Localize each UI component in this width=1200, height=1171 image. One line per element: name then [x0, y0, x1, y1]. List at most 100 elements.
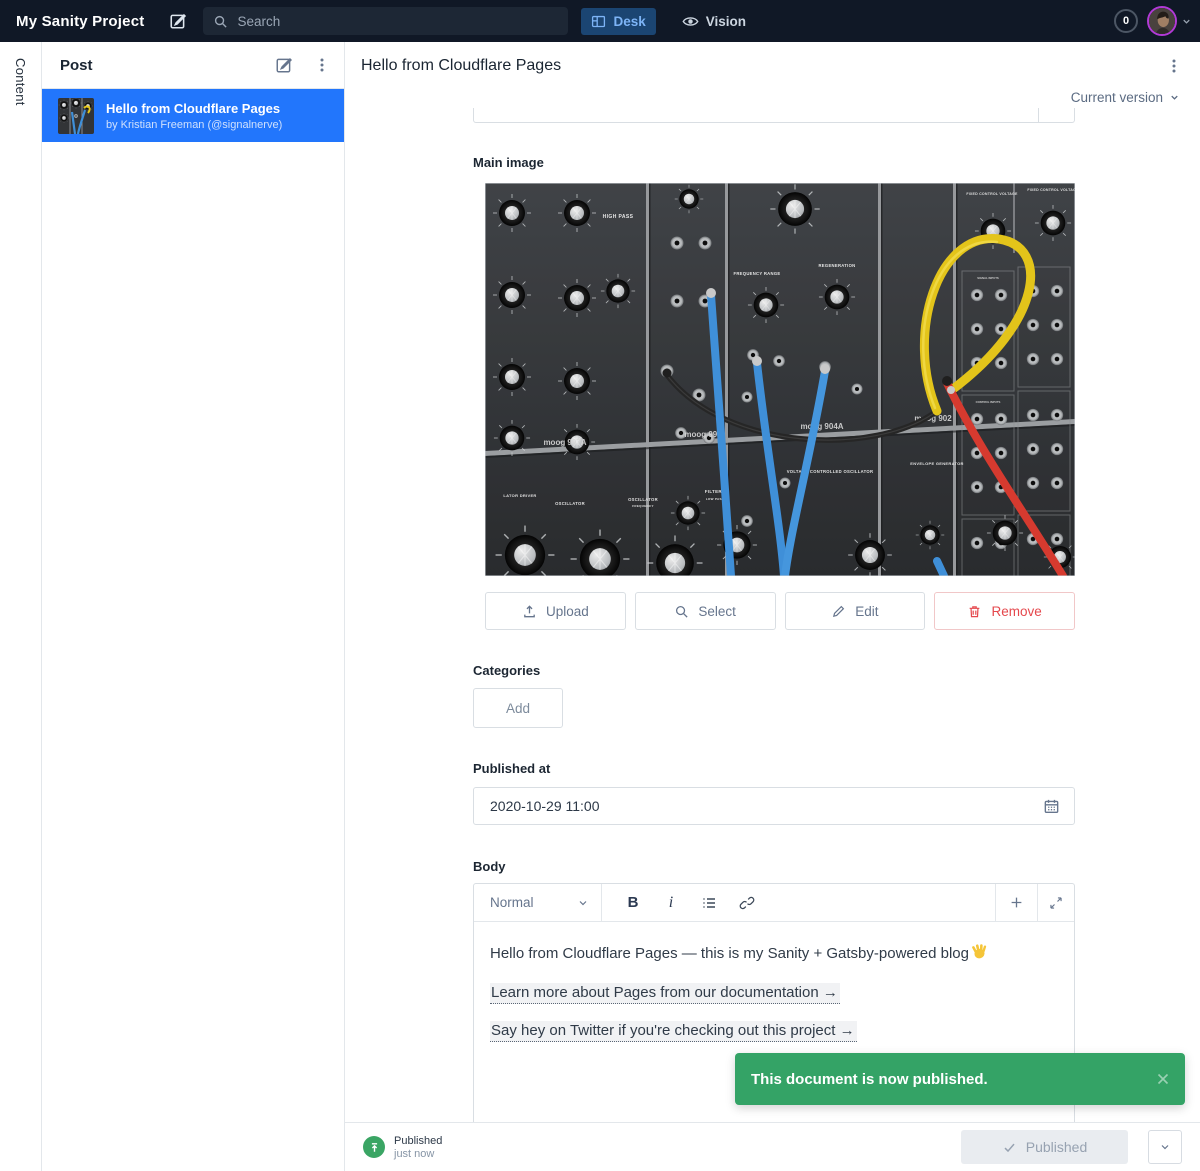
chevron-down-icon — [1169, 92, 1180, 103]
avatar-chevron-down-icon[interactable] — [1181, 16, 1192, 27]
upload-icon — [522, 604, 537, 619]
publish-status-icon — [363, 1136, 385, 1158]
version-label: Current version — [1071, 90, 1163, 105]
chevron-down-icon — [577, 897, 589, 909]
calendar-icon[interactable] — [1043, 798, 1060, 815]
insert-block-button[interactable] — [995, 884, 1037, 921]
check-icon — [1002, 1140, 1017, 1155]
trash-icon — [967, 604, 982, 619]
remove-label: Remove — [991, 604, 1041, 619]
waving-hand-emoji — [971, 943, 988, 966]
kebab-menu-icon[interactable] — [310, 53, 334, 77]
link-icon[interactable] — [734, 890, 760, 916]
pencil-icon — [831, 604, 846, 619]
bold-button[interactable]: B — [620, 890, 646, 916]
panel-label: moog 904A — [800, 422, 843, 431]
search-icon — [674, 604, 689, 619]
toast-notification: This document is now published. — [735, 1053, 1185, 1105]
desk-icon — [591, 14, 606, 29]
chevron-down-icon — [1159, 1141, 1171, 1153]
publish-time: just now — [394, 1148, 442, 1160]
editor-toolbar: Normal B i — [474, 884, 1074, 922]
expand-icon — [1049, 896, 1063, 910]
body-link[interactable]: Learn more about Pages from our document… — [490, 983, 840, 1004]
body-link[interactable]: Say hey on Twitter if you're checking ou… — [490, 1021, 857, 1042]
published-button[interactable]: Published — [961, 1130, 1128, 1164]
published-button-label: Published — [1026, 1139, 1088, 1155]
italic-button[interactable]: i — [658, 890, 684, 916]
list-item[interactable]: Hello from Cloudflare Pages by Kristian … — [42, 89, 344, 142]
image-button-row: Upload Select Edit Remove — [485, 592, 1075, 630]
sidebar-item-content[interactable]: Content — [13, 58, 28, 106]
panel-label: FREQUENCY — [632, 504, 654, 508]
text-style-value: Normal — [490, 895, 534, 910]
compose-icon[interactable] — [166, 9, 190, 33]
panel-label: OSCILLATOR — [555, 501, 585, 506]
list-pane-header: Post — [42, 42, 344, 89]
version-selector[interactable]: Current version — [1071, 90, 1180, 105]
main-image-preview[interactable]: HIGH PASS FREQUENCY RANGE REGENERATION F… — [485, 183, 1075, 576]
document-footer: Published just now Published — [345, 1122, 1200, 1171]
panel-label: ENVELOPE GENERATOR — [910, 461, 963, 466]
main-image-label: Main image — [473, 155, 544, 170]
upload-button[interactable]: Upload — [485, 592, 626, 630]
body-paragraph: Say hey on Twitter if you're checking ou… — [490, 1021, 1058, 1041]
panel-label: REGENERATION — [818, 263, 855, 268]
panel-label: HIGH PASS — [603, 214, 634, 220]
panel-label: moog 995 — [684, 430, 722, 439]
bullet-list-icon[interactable] — [696, 890, 722, 916]
edit-label: Edit — [855, 604, 878, 619]
cropped-input[interactable] — [473, 108, 1075, 123]
categories-label: Categories — [473, 663, 540, 678]
list-item-title: Hello from Cloudflare Pages — [106, 101, 282, 116]
body-label: Body — [473, 859, 506, 874]
content-rail: Content — [0, 42, 42, 1171]
search-bar[interactable] — [203, 7, 568, 35]
search-icon — [213, 14, 228, 29]
list-pane-title: Post — [60, 57, 93, 74]
panel-label: VOLTAGE CONTROLLED OSCILLATOR — [787, 469, 874, 474]
panel-label: moog 907A — [543, 438, 586, 447]
list-item-thumbnail — [58, 98, 94, 134]
select-button[interactable]: Select — [635, 592, 776, 630]
editor-pane: Hello from Cloudflare Pages Current vers… — [345, 42, 1200, 1171]
body-paragraph: Hello from Cloudflare Pages — this is my… — [490, 943, 1058, 966]
publish-menu-button[interactable] — [1148, 1130, 1182, 1164]
panel-label: SIGNAL INPUTS — [977, 276, 999, 280]
list-item-subtitle: by Kristian Freeman (@signalnerve) — [106, 119, 282, 131]
tab-vision[interactable]: Vision — [672, 7, 756, 36]
fullscreen-button[interactable] — [1037, 884, 1074, 921]
remove-button[interactable]: Remove — [934, 592, 1075, 630]
panel-label: LOW PASS — [706, 497, 724, 501]
edit-button[interactable]: Edit — [785, 592, 926, 630]
panel-label: OSCILLATOR — [628, 497, 658, 502]
search-input[interactable] — [237, 14, 537, 29]
tab-desk-label: Desk — [613, 14, 645, 29]
avatar[interactable] — [1147, 6, 1177, 36]
notification-badge[interactable]: 0 — [1114, 9, 1138, 33]
panel-label: LATOR DRIVER — [503, 493, 536, 498]
body-paragraph: Learn more about Pages from our document… — [490, 983, 1058, 1003]
published-at-input[interactable] — [490, 798, 1043, 814]
toast-message: This document is now published. — [751, 1071, 988, 1088]
new-document-icon[interactable] — [272, 53, 296, 77]
panel-label: FREQUENCY RANGE — [733, 271, 780, 276]
panel-label: FIXED CONTROL VOLTAGE — [966, 192, 1018, 196]
top-navbar: My Sanity Project Desk Vision 0 — [0, 0, 1200, 42]
document-list-pane: Post Hello from Cloudflare Pages by Kris… — [42, 42, 345, 1171]
document-kebab-menu-icon[interactable] — [1162, 54, 1186, 78]
text-style-select[interactable]: Normal — [474, 884, 602, 921]
add-category-button[interactable]: Add — [473, 688, 563, 728]
publish-status: Published — [394, 1135, 442, 1147]
tab-desk[interactable]: Desk — [581, 8, 655, 35]
close-icon[interactable] — [1155, 1071, 1171, 1087]
document-title: Hello from Cloudflare Pages — [361, 57, 561, 75]
upload-label: Upload — [546, 604, 589, 619]
published-at-field — [473, 787, 1075, 825]
published-at-label: Published at — [473, 761, 550, 776]
select-label: Select — [698, 604, 736, 619]
project-title[interactable]: My Sanity Project — [16, 13, 144, 30]
panel-label: FIXED CONTROL VOLTAGE — [1027, 188, 1075, 192]
tab-vision-label: Vision — [706, 14, 746, 29]
plus-icon — [1009, 895, 1024, 910]
